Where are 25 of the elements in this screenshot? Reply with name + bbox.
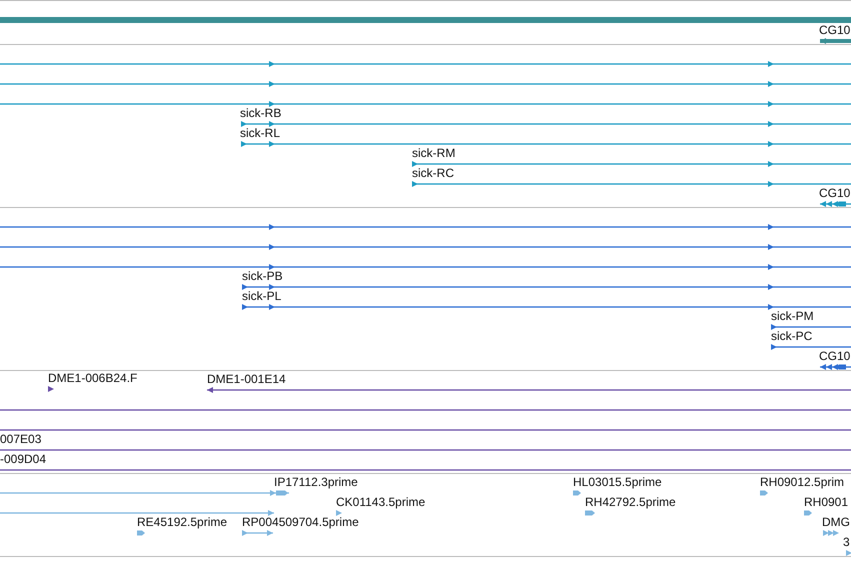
- feature-label: sick-RL: [240, 126, 280, 140]
- feature-label: 3: [843, 535, 850, 549]
- feature-label: -009D04: [0, 452, 46, 466]
- feature-label: CK01143.5prime: [336, 495, 426, 509]
- feature-label: DME1-001E14: [207, 372, 286, 386]
- feature-label: sick-RB: [240, 106, 282, 120]
- feature-label: DME1-006B24.F: [48, 371, 138, 385]
- feature-label: sick-PL: [242, 289, 282, 303]
- feature-label: DMG: [822, 515, 850, 529]
- feature-label: sick-RM: [412, 146, 456, 160]
- feature-label: RH09012.5prim: [760, 475, 844, 489]
- feature-label: sick-PB: [242, 269, 283, 283]
- feature-label: sick-PC: [771, 329, 812, 343]
- feature-label: IP17112.3prime: [274, 475, 358, 489]
- feature-label: RP004509704.5prime: [242, 515, 359, 529]
- feature-label: RE45192.5prime: [137, 515, 228, 529]
- feature-label: sick-PM: [771, 309, 814, 323]
- feature-label: RH0901: [804, 495, 848, 509]
- feature-label: sick-RC: [412, 166, 454, 180]
- feature-label: CG10: [819, 23, 850, 37]
- feature-label: HL03015.5prime: [573, 475, 662, 489]
- feature-label: CG10: [819, 349, 850, 363]
- feature-label: 007E03: [0, 432, 42, 446]
- feature-label: CG10: [819, 186, 850, 200]
- feature-label: RH42792.5prime: [585, 495, 676, 509]
